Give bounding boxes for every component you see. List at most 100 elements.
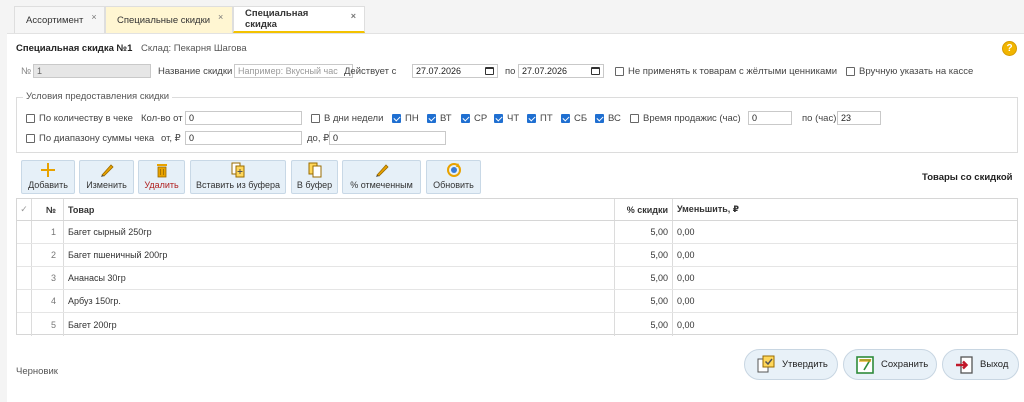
refresh-label: Обновить [433, 180, 474, 190]
table-row[interactable]: 4 Арбуз 150гр. 5,00 0,00 [17, 290, 1017, 313]
manual-label: Вручную указать на кассе [859, 66, 974, 77]
sum-to-label: до, ₽ [307, 133, 330, 144]
conditions-group: Условия предоставления скидки [16, 91, 1018, 153]
row-discount-pct: 5,00 [615, 290, 673, 312]
table-row[interactable]: 2 Багет пшеничный 200гр 5,00 0,00 [17, 244, 1017, 267]
tab-special-discounts[interactable]: Специальные скидки × [105, 6, 233, 33]
exit-icon [956, 355, 973, 374]
percent-marked-button[interactable]: % отмеченным [342, 160, 421, 194]
row-checkbox[interactable] [17, 290, 32, 312]
sum-from-input[interactable]: 0 [185, 131, 302, 145]
day-thu-label: ЧТ [507, 113, 520, 124]
row-product: Багет пшеничный 200гр [64, 244, 615, 266]
time-checkbox[interactable] [630, 114, 639, 123]
approve-button[interactable]: Утвердить [744, 349, 838, 380]
row-reduce: 0,00 [677, 273, 695, 283]
time-from-input[interactable]: 0 [748, 111, 792, 125]
paste-button[interactable]: Вставить из буфера [190, 160, 286, 194]
day-mon-checkbox[interactable] [392, 114, 401, 123]
main-panel: Специальная скидка №1 Склад: Пекарня Шаг… [7, 33, 1024, 402]
row-checkbox[interactable] [17, 267, 32, 289]
row-checkbox[interactable] [17, 313, 32, 336]
qty-from-input[interactable]: 0 [185, 111, 302, 125]
date-from-label: Действует с [344, 66, 397, 77]
copy-label: В буфер [296, 180, 333, 190]
add-label: Добавить [28, 180, 68, 190]
day-sat-checkbox[interactable] [561, 114, 570, 123]
copy-button[interactable]: В буфер [291, 160, 338, 194]
select-all-checkbox[interactable]: ✓ [17, 199, 32, 220]
by-sum-checkbox[interactable] [26, 134, 35, 143]
status-text: Черновик [16, 366, 58, 377]
by-qty-checkbox[interactable] [26, 114, 35, 123]
refresh-button[interactable]: Обновить [426, 160, 481, 194]
save-button[interactable]: Сохранить [843, 349, 937, 380]
day-sun-label: ВС [608, 113, 621, 124]
sum-from-label: от, ₽ [161, 133, 181, 144]
table-row[interactable]: 3 Ананасы 30гр 5,00 0,00 [17, 267, 1017, 290]
warehouse-label: Склад: Пекарня Шагова [141, 43, 247, 54]
row-checkbox[interactable] [17, 221, 32, 243]
pencil-icon [375, 164, 389, 177]
edit-button[interactable]: Изменить [79, 160, 134, 194]
calendar-icon[interactable] [485, 67, 494, 75]
conditions-title: Условия предоставления скидки [23, 91, 173, 102]
table-row[interactable]: 5 Багет 200гр 5,00 0,00 [17, 313, 1017, 336]
save-label: Сохранить [881, 359, 929, 370]
tab-label: Специальная скидка [245, 8, 309, 30]
help-icon[interactable]: ? [1002, 41, 1017, 56]
date-from-input[interactable]: 27.07.2026 [412, 64, 498, 78]
calendar-icon[interactable] [591, 67, 600, 75]
tab-assortment[interactable]: Ассортимент × [14, 6, 105, 33]
header-discount-pct[interactable]: % скидки [615, 199, 673, 220]
close-icon[interactable]: × [351, 11, 356, 21]
trash-icon [156, 164, 167, 178]
header-product[interactable]: Товар [64, 199, 615, 220]
exit-button[interactable]: Выход [942, 349, 1019, 380]
day-tue-checkbox[interactable] [427, 114, 436, 123]
number-field: 1 [33, 64, 151, 78]
manual-checkbox[interactable] [846, 67, 855, 76]
row-discount-pct: 5,00 [615, 244, 673, 266]
day-thu-checkbox[interactable] [494, 114, 503, 123]
row-num: 2 [32, 244, 64, 266]
number-label: № [21, 66, 32, 77]
day-sun-checkbox[interactable] [595, 114, 604, 123]
header-reduce[interactable]: Уменьшить, ₽ [673, 199, 1017, 220]
tab-label: Ассортимент [26, 14, 84, 26]
time-to-input[interactable]: 23 [837, 111, 881, 125]
edit-label: Изменить [86, 180, 127, 190]
weekdays-checkbox[interactable] [311, 114, 320, 123]
row-num: 1 [32, 221, 64, 243]
row-product: Багет 200гр [64, 313, 615, 336]
plus-icon [41, 163, 55, 177]
header-num[interactable]: № [32, 199, 64, 220]
no-yellow-checkbox[interactable] [615, 67, 624, 76]
sum-to-input[interactable]: 0 [329, 131, 446, 145]
add-button[interactable]: Добавить [21, 160, 75, 194]
table-row[interactable]: 1 Багет сырный 250гр 5,00 0,00 [17, 221, 1017, 244]
weekdays-label: В дни недели [324, 113, 384, 124]
day-sat-label: СБ [574, 113, 588, 124]
tab-special-discount[interactable]: Специальная скидка × [233, 6, 365, 33]
day-fri-label: ПТ [540, 113, 553, 124]
copy-icon [308, 162, 321, 178]
row-discount-pct: 5,00 [615, 221, 673, 243]
row-reduce: 0,00 [677, 227, 695, 237]
day-wed-checkbox[interactable] [461, 114, 470, 123]
table-header: ✓ № Товар % скидки Уменьшить, ₽ [17, 199, 1017, 221]
delete-button[interactable]: Удалить [138, 160, 185, 194]
date-to-input[interactable]: 27.07.2026 [518, 64, 604, 78]
row-reduce: 0,00 [677, 296, 695, 306]
row-num: 4 [32, 290, 64, 312]
row-checkbox[interactable] [17, 244, 32, 266]
row-discount-pct: 5,00 [615, 267, 673, 289]
close-icon[interactable]: × [218, 12, 223, 22]
pencil-icon [100, 164, 114, 177]
day-fri-checkbox[interactable] [527, 114, 536, 123]
exit-label: Выход [980, 359, 1009, 370]
day-wed-label: СР [474, 113, 488, 124]
qty-from-label: Кол-во от [141, 113, 183, 124]
close-icon[interactable]: × [91, 12, 96, 22]
discount-name-input[interactable]: Например: Вкусный час [234, 64, 353, 78]
